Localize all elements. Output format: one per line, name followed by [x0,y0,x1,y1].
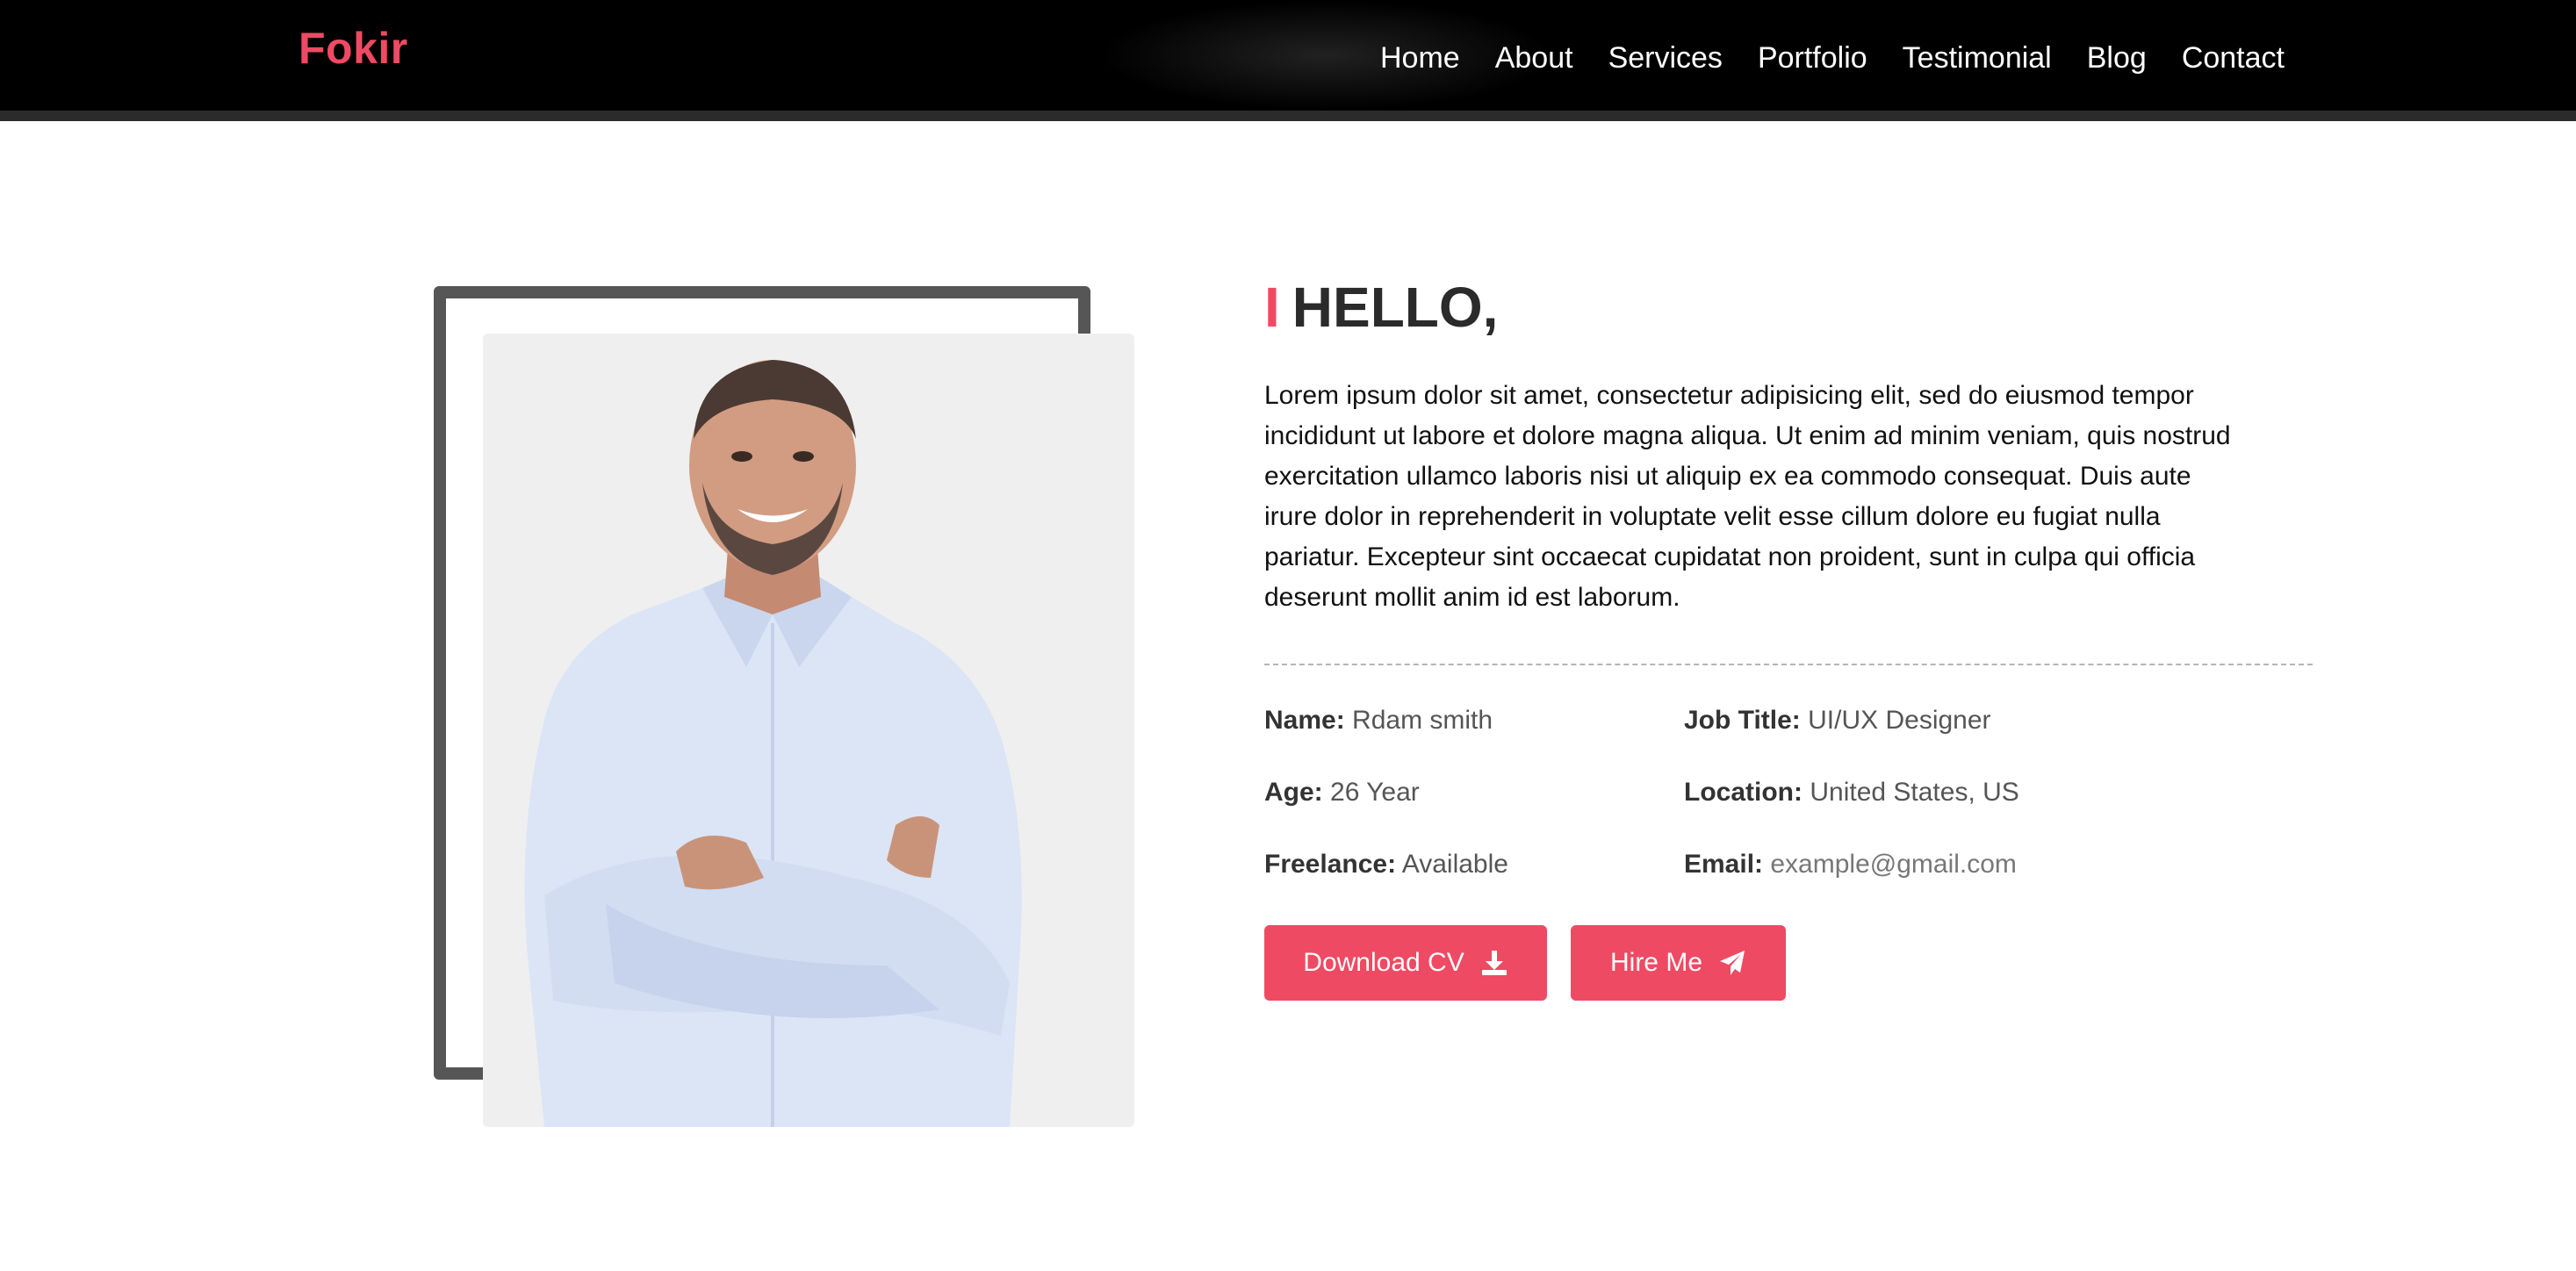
info-freelance: Freelance: Available [1264,846,1684,883]
download-cv-label: Download CV [1303,948,1464,977]
info-location-value: United States, US [1810,778,2019,807]
site-logo[interactable]: Fokir [299,23,408,74]
nav-testimonial[interactable]: Testimonial [1903,37,2052,79]
info-location: Location: United States, US [1684,774,2054,811]
nav-contact[interactable]: Contact [2182,37,2285,79]
download-cv-button[interactable]: Download CV [1264,925,1547,1001]
profile-photo [483,334,1134,1127]
heading-accent-bar: I [1264,276,1280,339]
heading-text: HELLO, [1292,276,1499,339]
nav-home[interactable]: Home [1380,37,1460,79]
hire-me-label: Hire Me [1609,948,1702,977]
info-freelance-label: Freelance: [1264,850,1397,879]
info-email: Email: example@gmail.com [1684,846,2054,883]
info-job: Job Title: UI/UX Designer [1684,702,2054,739]
download-icon [1480,949,1508,977]
main-nav: Home About Services Portfolio Testimonia… [1380,37,2285,79]
info-job-label: Job Title: [1684,706,1801,735]
info-name-value: Rdam smith [1352,706,1493,735]
info-name-label: Name: [1264,706,1345,735]
info-email-link[interactable]: example@gmail.com [1770,850,2017,879]
info-age: Age: 26 Year [1264,774,1684,811]
paper-plane-icon [1718,949,1746,977]
info-age-label: Age: [1264,778,1323,807]
nav-about[interactable]: About [1495,37,1573,79]
about-heading: I HELLO, [1264,274,1498,341]
info-freelance-value: Available [1401,850,1508,879]
dashed-divider [1264,664,2313,665]
info-email-label: Email: [1684,850,1764,879]
info-location-label: Location: [1684,778,1802,807]
bio-paragraph: Lorem ipsum dolor sit amet, consectetur … [1264,381,2231,612]
hire-me-button[interactable]: Hire Me [1571,925,1786,1001]
nav-blog[interactable]: Blog [2087,37,2147,79]
info-age-value: 26 Year [1330,778,1420,807]
nav-services[interactable]: Services [1608,37,1723,79]
personal-info-grid: Name: Rdam smith Job Title: UI/UX Design… [1264,702,2054,883]
info-job-value: UI/UX Designer [1808,706,1991,735]
top-navbar: Fokir Home About Services Portfolio Test… [0,0,2576,121]
info-name: Name: Rdam smith [1264,702,1684,739]
nav-portfolio[interactable]: Portfolio [1758,37,1867,79]
